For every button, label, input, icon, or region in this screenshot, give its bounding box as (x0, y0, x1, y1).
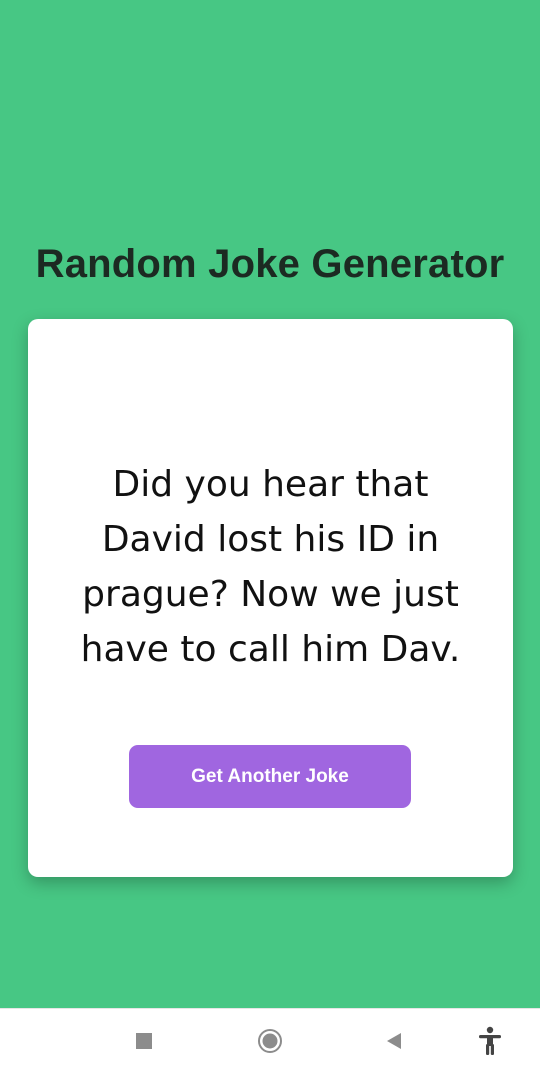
back-icon[interactable] (376, 1023, 412, 1059)
home-icon[interactable] (252, 1023, 288, 1059)
accessibility-icon[interactable] (472, 1023, 508, 1059)
recents-icon[interactable] (126, 1023, 162, 1059)
joke-text: Did you hear that David lost his ID in p… (80, 464, 461, 670)
get-another-joke-button[interactable]: Get Another Joke (129, 745, 411, 808)
app-screen: Random Joke Generator Did you hear that … (0, 0, 540, 1008)
system-navigation-bar (0, 1008, 540, 1074)
joke-card: Did you hear that David lost his ID in p… (28, 319, 513, 877)
page-title: Random Joke Generator (35, 242, 505, 286)
